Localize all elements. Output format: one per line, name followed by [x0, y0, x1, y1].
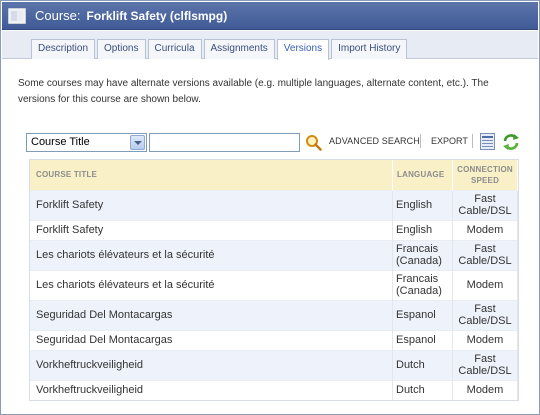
speed-cell: Fast Cable/DSL: [452, 349, 518, 380]
chevron-down-icon[interactable]: [130, 135, 145, 150]
tab-options[interactable]: Options: [97, 39, 146, 59]
column-header-course-title[interactable]: COURSE TITLE: [30, 160, 393, 190]
toolbar-divider: [472, 134, 473, 148]
speed-cell: Fast Cable/DSL: [452, 189, 518, 220]
course-title-cell[interactable]: Seguridad Del Montacargas: [30, 299, 393, 330]
language-cell: English: [392, 189, 453, 220]
speed-text: Cable/DSL: [458, 315, 512, 327]
tab-bar: Description Options Curricula Assignment…: [2, 31, 538, 60]
language-text: Espanol: [396, 309, 436, 321]
language-text: (Canada): [396, 285, 442, 297]
speed-text: Fast: [474, 193, 496, 205]
versions-table: COURSE TITLE LANGUAGE CONNECTION SPEED F…: [30, 160, 518, 400]
language-cell: Dutch: [392, 379, 453, 400]
language-text: English: [396, 199, 433, 211]
language-cell: English: [392, 219, 453, 240]
table-row[interactable]: Forklift Safety English Modem: [30, 219, 518, 240]
speed-text: Cable/DSL: [458, 365, 512, 377]
intro-line-2: versions for this course are shown below…: [18, 94, 201, 105]
search-input[interactable]: [149, 133, 300, 152]
language-cell: Espanol: [392, 299, 453, 330]
course-title-cell[interactable]: Vorkheftruckveiligheid: [30, 379, 393, 400]
course-title-cell[interactable]: Seguridad Del Montacargas: [30, 329, 393, 350]
speed-text: Cable/DSL: [458, 255, 512, 267]
speed-cell: Modem: [452, 269, 518, 300]
search-field-selected: Course Title: [31, 136, 90, 148]
report-icon[interactable]: [480, 133, 495, 150]
intro-text: Some courses may have alternate versions…: [18, 76, 523, 108]
table-row[interactable]: Les chariots élévateurs et la sécurité F…: [30, 239, 518, 270]
versions-table-wrapper: COURSE TITLE LANGUAGE CONNECTION SPEED F…: [29, 159, 519, 401]
table-header-row: COURSE TITLE LANGUAGE CONNECTION SPEED: [30, 160, 518, 190]
language-text: Francais: [396, 273, 439, 285]
language-text: (Canada): [396, 255, 442, 267]
language-cell: Francais (Canada): [392, 269, 453, 300]
table-row[interactable]: Forklift Safety English Fast Cable/DSL: [30, 189, 518, 220]
column-header-speed-line-1: CONNECTION: [457, 164, 513, 174]
search-toolbar: Course Title ADVANCED SEARCH EXPORT: [26, 133, 522, 153]
column-header-speed-line-2: SPEED: [470, 175, 500, 185]
search-icon[interactable]: [305, 134, 322, 151]
speed-cell: Modem: [452, 379, 518, 400]
table-row[interactable]: Seguridad Del Montacargas Espanol Fast Ca…: [30, 299, 518, 330]
refresh-icon[interactable]: [502, 133, 520, 151]
language-text: Dutch: [396, 384, 425, 397]
speed-text: Modem: [466, 224, 504, 236]
course-window: Course: Forklift Safety (clflsmpg) Descr…: [0, 0, 540, 415]
language-text: Espanol: [396, 334, 436, 346]
search-field-select[interactable]: Course Title: [26, 133, 147, 152]
speed-cell: Fast Cable/DSL: [452, 299, 518, 330]
table-row[interactable]: Les chariots élévateurs et la sécurité F…: [30, 269, 518, 300]
tab-curricula[interactable]: Curricula: [147, 39, 202, 59]
speed-text: Cable/DSL: [458, 205, 512, 217]
column-header-connection-speed[interactable]: CONNECTION SPEED: [452, 160, 518, 190]
language-cell: Dutch: [392, 349, 453, 380]
language-text: Francais: [396, 243, 439, 255]
course-title-cell[interactable]: Les chariots élévateurs et la sécurité: [30, 269, 393, 300]
course-title-cell[interactable]: Vorkheftruckveiligheid: [30, 349, 393, 380]
course-header: Course: Forklift Safety (clflsmpg): [2, 2, 538, 30]
toolbar-divider: [420, 134, 421, 148]
course-title-cell[interactable]: Les chariots élévateurs et la sécurité: [30, 239, 393, 270]
speed-text: Modem: [466, 279, 504, 291]
speed-text: Modem: [466, 334, 504, 346]
language-text: English: [396, 224, 433, 236]
table-row[interactable]: Vorkheftruckveiligheid Dutch Fast Cable/D…: [30, 349, 518, 380]
language-cell: Francais (Canada): [392, 239, 453, 270]
table-row[interactable]: Seguridad Del Montacargas Espanol Modem: [30, 329, 518, 350]
course-name: Forklift Safety (clflsmpg): [86, 8, 228, 23]
speed-text: Fast: [474, 303, 496, 315]
speed-text: Fast: [474, 353, 496, 365]
course-book-icon: [8, 7, 26, 24]
speed-cell: Fast Cable/DSL: [452, 239, 518, 270]
column-header-language[interactable]: LANGUAGE: [392, 160, 453, 190]
intro-line-1: Some courses may have alternate versions…: [18, 78, 489, 89]
export-link[interactable]: EXPORT: [431, 136, 468, 146]
course-title-cell[interactable]: Forklift Safety: [30, 219, 393, 240]
language-text: Dutch: [396, 359, 425, 371]
header-type-label: Course:: [35, 8, 81, 23]
tab-import-history[interactable]: Import History: [331, 39, 408, 59]
table-row[interactable]: Vorkheftruckveiligheid Dutch Modem: [30, 379, 518, 400]
speed-text: Modem: [466, 384, 504, 397]
speed-text: Fast: [474, 243, 496, 255]
tab-description[interactable]: Description: [31, 39, 96, 59]
tab-assignments[interactable]: Assignments: [203, 39, 275, 59]
speed-cell: Modem: [452, 329, 518, 350]
advanced-search-link[interactable]: ADVANCED SEARCH: [329, 136, 420, 146]
course-title-cell[interactable]: Forklift Safety: [30, 189, 393, 220]
speed-cell: Modem: [452, 219, 518, 240]
tab-versions[interactable]: Versions: [276, 39, 330, 60]
language-cell: Espanol: [392, 329, 453, 350]
